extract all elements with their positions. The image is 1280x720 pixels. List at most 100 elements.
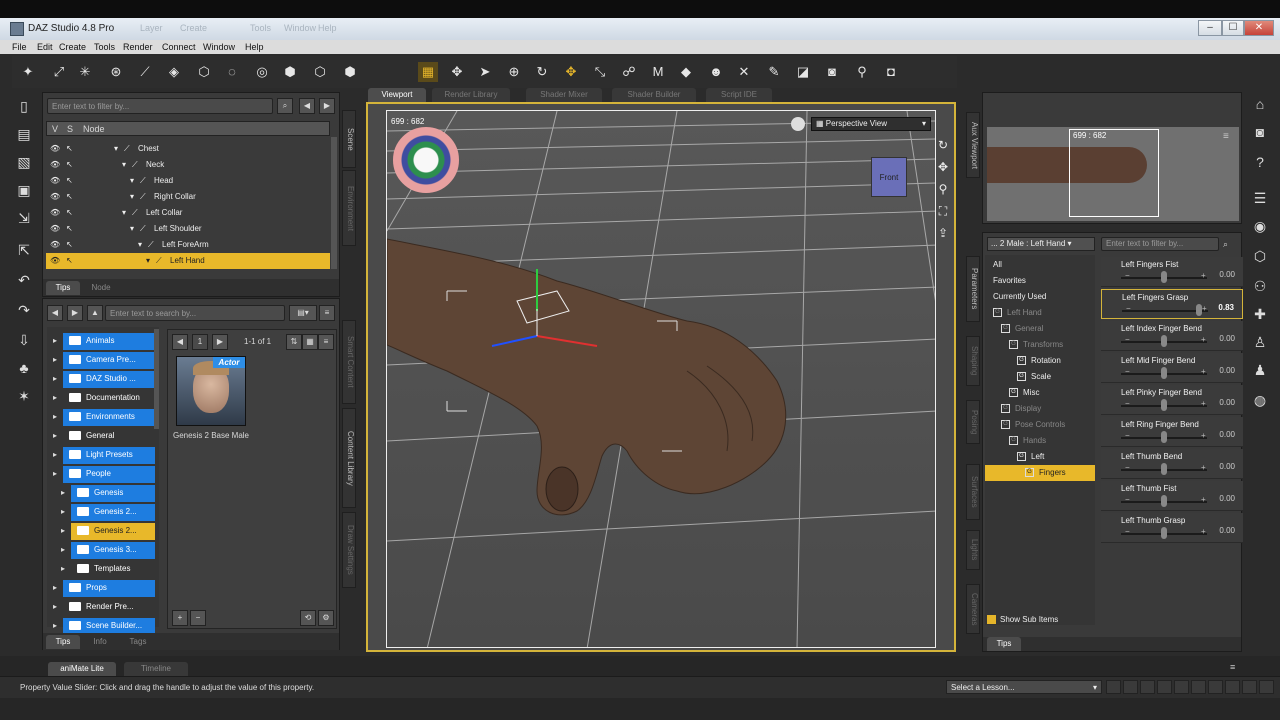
expand-arrow-icon[interactable]: ▾ xyxy=(114,141,118,157)
back-icon[interactable]: ◀ xyxy=(299,98,315,114)
view-selector[interactable]: ▦ Perspective View ▾ xyxy=(811,117,931,131)
undo-icon[interactable]: ↶ xyxy=(14,272,34,289)
menu-file[interactable]: File xyxy=(12,42,27,52)
param-slider[interactable]: Left Index Finger Bend − +0.00 xyxy=(1101,321,1243,351)
content-folder-row[interactable]: Documentation xyxy=(63,390,155,407)
expand-arrow-icon[interactable]: ▸ xyxy=(61,542,65,558)
tab-shader-builder[interactable]: Shader Builder xyxy=(612,88,696,102)
content-folder-row[interactable]: Genesis 3... xyxy=(71,542,155,559)
target-tool-icon[interactable]: ◎ xyxy=(252,62,272,82)
back-icon[interactable]: ◀ xyxy=(47,305,63,321)
page-number[interactable]: 1 xyxy=(192,334,208,350)
select-tool-icon[interactable]: ➤ xyxy=(475,62,495,82)
content-folder-row[interactable]: Camera Pre... xyxy=(63,352,155,369)
globe-icon[interactable]: ◍ xyxy=(1250,392,1270,409)
param-slider[interactable]: Left Ring Finger Bend − +0.00 xyxy=(1101,417,1243,447)
scene-mode-icon[interactable]: ▦ xyxy=(418,62,438,82)
param-slider[interactable]: Left Thumb Bend − +0.00 xyxy=(1101,449,1243,479)
eye-icon[interactable]: 👁 xyxy=(50,253,60,269)
vtab-draw-settings[interactable]: Draw Settings xyxy=(342,512,356,588)
param-group-row[interactable]: G Scale xyxy=(985,369,1095,385)
import-icon[interactable]: ⇲ xyxy=(14,210,34,227)
expand-arrow-icon[interactable]: ▾ xyxy=(122,205,126,221)
expand-arrow-icon[interactable]: ▸ xyxy=(53,333,57,349)
layout-icon[interactable]: ☰ xyxy=(1250,190,1270,207)
vtab-environment[interactable]: Environment xyxy=(342,170,356,246)
forward-icon[interactable]: ▶ xyxy=(67,305,83,321)
pose-icon[interactable]: ⚇ xyxy=(1250,278,1270,295)
tab-info[interactable]: Info xyxy=(83,635,117,649)
eye-icon[interactable]: 👁 xyxy=(50,237,60,253)
scene-node-row[interactable]: 👁 ↖ ▾ ⟋ Neck xyxy=(46,157,330,173)
select-arrow-icon[interactable]: ↖ xyxy=(66,189,73,205)
orbit-control-icon[interactable] xyxy=(393,127,459,193)
home-icon[interactable]: ⌂ xyxy=(1250,96,1270,112)
menu-edit[interactable]: Edit xyxy=(37,42,53,52)
increment-icon[interactable]: + xyxy=(1201,335,1206,344)
param-group-row[interactable]: All xyxy=(985,257,1095,273)
tab-animate-lite[interactable]: aniMate Lite xyxy=(48,662,116,676)
figure-tool-icon[interactable]: ☻ xyxy=(706,62,726,82)
new-scene-icon[interactable]: ▯ xyxy=(14,98,34,115)
eye-icon[interactable]: 👁 xyxy=(50,141,60,157)
slider-knob[interactable] xyxy=(1161,399,1167,411)
tab-viewport[interactable]: Viewport xyxy=(368,88,426,102)
search-icon[interactable]: ⌕ xyxy=(1223,239,1228,250)
text-tool-icon[interactable]: M xyxy=(648,62,668,82)
maximize-button[interactable]: ☐ xyxy=(1222,20,1244,36)
close-button[interactable]: ✕ xyxy=(1244,20,1274,36)
expand-arrow-icon[interactable]: ▸ xyxy=(61,504,65,520)
select-arrow-icon[interactable]: ↖ xyxy=(66,141,73,157)
content-folder-row[interactable]: Genesis 2... xyxy=(71,523,155,540)
expand-arrow-icon[interactable]: ▾ xyxy=(130,173,134,189)
param-group-row[interactable]: G Left Hand xyxy=(985,305,1095,321)
content-folder-row[interactable]: Environments xyxy=(63,409,155,426)
content-folder-row[interactable]: DAZ Studio ... xyxy=(63,371,155,388)
eye-icon[interactable]: 👁 xyxy=(50,189,60,205)
tab-node[interactable]: Node xyxy=(83,281,119,295)
lesson-page-button[interactable] xyxy=(1140,680,1155,694)
lesson-page-button[interactable] xyxy=(1208,680,1223,694)
content-folder-row[interactable]: Templates xyxy=(71,561,155,578)
node-tool-icon[interactable]: ⤢ xyxy=(49,62,69,82)
param-filter-input[interactable]: Enter text to filter by... xyxy=(1101,237,1219,251)
select-arrow-icon[interactable]: ↖ xyxy=(66,205,73,221)
view-cube[interactable]: Front xyxy=(871,157,907,197)
slider-knob[interactable] xyxy=(1161,271,1167,283)
node-breadcrumb[interactable]: ... 2 Male : Left Hand ▾ xyxy=(987,237,1095,251)
remove-icon[interactable]: − xyxy=(190,610,206,626)
param-slider[interactable]: Left Fingers Fist − +0.00 xyxy=(1101,257,1243,287)
slider-knob[interactable] xyxy=(1161,431,1167,443)
expand-arrow-icon[interactable]: ▸ xyxy=(53,618,57,634)
figure-icon[interactable]: ♙ xyxy=(1250,334,1270,351)
menu-icon[interactable]: ≡ xyxy=(1223,131,1229,142)
lesson-page-button[interactable] xyxy=(1225,680,1240,694)
menu-help[interactable]: Help xyxy=(245,42,264,52)
shape-tool-icon[interactable]: ⬢ xyxy=(340,62,360,82)
eye-icon[interactable]: 👁 xyxy=(50,221,60,237)
select-arrow-icon[interactable]: ↖ xyxy=(66,173,73,189)
lesson-page-button[interactable] xyxy=(1259,680,1274,694)
mesh-icon[interactable]: ⬡ xyxy=(1250,248,1270,265)
increment-icon[interactable]: + xyxy=(1201,431,1206,440)
scene-node-row[interactable]: 👁 ↖ ▾ ⟋ Right Collar xyxy=(46,189,330,205)
param-group-row[interactable]: Favorites xyxy=(985,273,1095,289)
brush-tool-icon[interactable]: ◪ xyxy=(793,62,813,82)
grid-view-icon[interactable]: ▦ xyxy=(302,334,318,350)
slider-value[interactable]: 0.00 xyxy=(1219,526,1235,535)
lesson-page-button[interactable] xyxy=(1106,680,1121,694)
edit-tool-icon[interactable]: ✎ xyxy=(764,62,784,82)
checkbox-icon[interactable] xyxy=(987,615,996,625)
expand-arrow-icon[interactable]: ▸ xyxy=(61,523,65,539)
product-thumbnail[interactable]: Actor xyxy=(176,356,246,426)
add-icon[interactable]: + xyxy=(172,610,188,626)
slider-knob[interactable] xyxy=(1161,527,1167,539)
menu-create[interactable]: Create xyxy=(59,42,86,52)
lesson-page-button[interactable] xyxy=(1174,680,1189,694)
scene-node-row[interactable]: 👁 ↖ ▾ ⟋ Left Hand xyxy=(46,253,330,269)
tab-tips[interactable]: Tips xyxy=(46,281,80,295)
slider-value[interactable]: 0.00 xyxy=(1219,462,1235,471)
scene-scrollbar[interactable] xyxy=(331,137,337,269)
slider-value[interactable]: 0.00 xyxy=(1219,366,1235,375)
slider-knob[interactable] xyxy=(1161,335,1167,347)
